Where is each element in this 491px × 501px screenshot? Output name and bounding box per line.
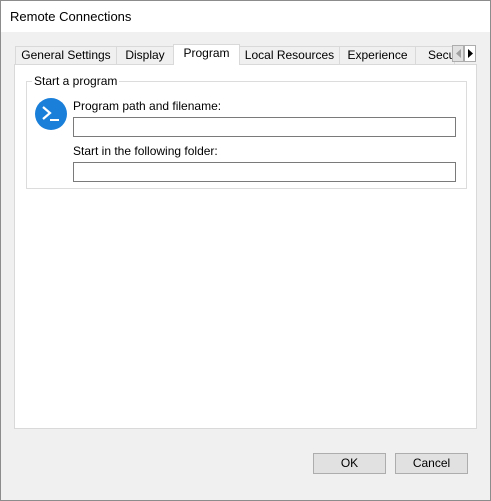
program-tab-panel: Start a program Program path and filenam… [14,64,477,429]
tab-strip: General Settings Display Program Local R… [15,44,477,65]
tab-scroll-right-button[interactable] [464,45,476,62]
start-program-group: Start a program Program path and filenam… [26,74,467,189]
tab-local-resources[interactable]: Local Resources [239,46,340,64]
tab-experience[interactable]: Experience [339,46,416,64]
start-folder-label: Start in the following folder: [73,144,218,158]
arrow-left-icon [456,49,461,58]
cancel-button[interactable]: Cancel [395,453,468,474]
group-title: Start a program [32,74,120,88]
program-path-label: Program path and filename: [73,99,222,113]
tab-general-settings[interactable]: General Settings [15,46,117,64]
program-path-input[interactable] [73,117,456,137]
tab-program[interactable]: Program [173,44,240,65]
start-folder-input[interactable] [73,162,456,182]
window-title: Remote Connections [10,9,132,24]
ok-button[interactable]: OK [313,453,386,474]
title-bar[interactable]: Remote Connections [1,1,490,32]
tab-display[interactable]: Display [116,46,174,64]
tab-security[interactable]: Secu [415,46,455,64]
arrow-right-icon [468,49,473,58]
powershell-prompt-icon [35,98,67,130]
remote-connections-dialog: Remote Connections General Settings Disp… [0,0,491,501]
tab-scroll-left-button[interactable] [452,45,464,62]
